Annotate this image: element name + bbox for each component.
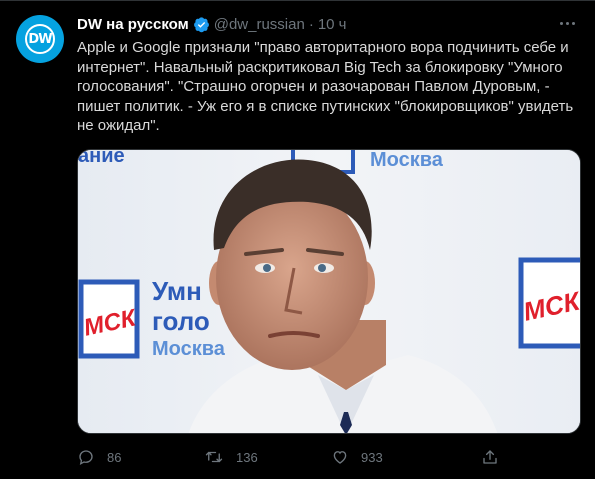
avatar[interactable]: DW	[16, 15, 64, 63]
tweet[interactable]: DW DW на русском @dw_russian · 10 ч Appl…	[0, 0, 595, 479]
backdrop-text-top-left: ание	[78, 150, 125, 167]
heart-icon	[333, 451, 347, 464]
backdrop-text-top-center: Москва	[370, 150, 444, 171]
reply-count: 86	[107, 449, 122, 465]
backdrop-line-2: голо	[152, 306, 210, 336]
reply-icon	[79, 450, 93, 466]
retweet-button[interactable]: 136	[204, 444, 258, 470]
handle[interactable]: @dw_russian	[214, 16, 305, 33]
like-button[interactable]: 933	[331, 444, 383, 470]
verified-badge-icon	[193, 16, 210, 33]
tweet-text: Apple и Google признали "право авторитар…	[77, 39, 578, 135]
tweet-header: DW на русском @dw_russian · 10 ч	[77, 14, 347, 34]
backdrop-line-1: Умн	[152, 276, 202, 306]
share-button[interactable]	[481, 444, 511, 470]
display-name[interactable]: DW на русском	[77, 16, 189, 33]
tweet-image[interactable]: ание Москва МСК Умн голо Москва МСК	[77, 149, 581, 434]
avatar-logo: DW	[25, 24, 55, 54]
retweet-icon	[205, 451, 223, 463]
retweet-count: 136	[236, 449, 258, 465]
separator-dot: ·	[308, 15, 314, 33]
backdrop-line-3: Москва	[152, 338, 226, 360]
tweet-actions: 86 136 933	[77, 444, 507, 470]
photo-illustration: ание Москва МСК Умн голо Москва МСК	[78, 150, 580, 433]
share-icon	[483, 450, 497, 464]
reply-button[interactable]: 86	[77, 444, 121, 470]
timestamp[interactable]: 10 ч	[318, 16, 347, 33]
more-options-icon[interactable]	[557, 13, 577, 33]
like-count: 933	[361, 449, 383, 465]
